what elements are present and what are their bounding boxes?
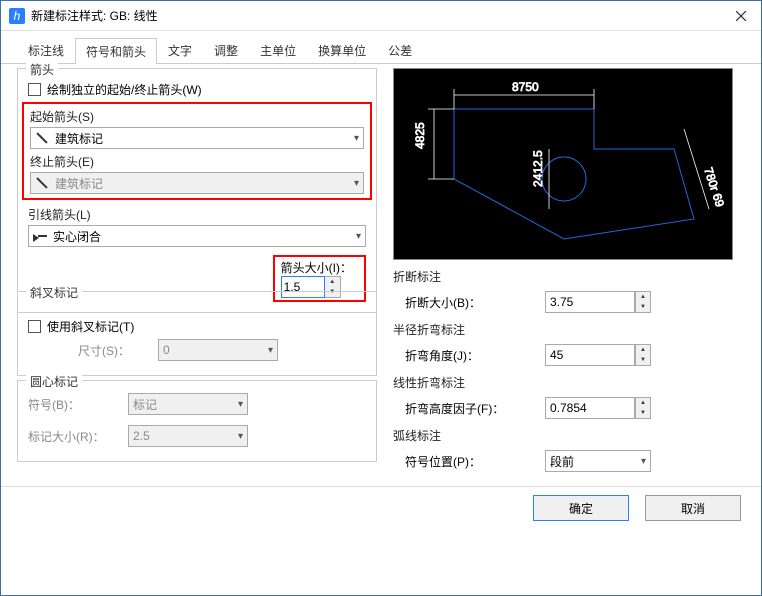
tab-text[interactable]: 文字 (157, 37, 203, 63)
ok-button[interactable]: 确定 (533, 495, 629, 521)
tick-icon (35, 178, 49, 188)
section-arc-dim: 弧线标注 (393, 427, 745, 444)
chevron-down-icon: ▾ (356, 231, 361, 242)
label-leader-arrow: 引线箭头(L) (28, 206, 366, 223)
chevron-down-icon: ▾ (354, 178, 359, 189)
label-break-size: 折断大小(B)： (405, 294, 545, 311)
footer: 确定 取消 (1, 486, 761, 529)
window-title: 新建标注样式: GB: 线性 (31, 7, 729, 24)
select-leader-arrow-value: 实心闭合 (53, 228, 101, 245)
solid-arrow-icon (33, 231, 47, 241)
label-slash-size: 尺寸(S)： (78, 342, 158, 359)
spinner-down[interactable]: ▼ (636, 302, 650, 312)
label-arc-symbol-pos: 符号位置(P)： (405, 453, 545, 470)
spinner-down[interactable]: ▼ (636, 355, 650, 365)
label-jog-angle: 折弯角度(J)： (405, 347, 545, 364)
spinner-up[interactable]: ▲ (325, 277, 340, 287)
chevron-down-icon: ▾ (354, 133, 359, 144)
chevron-down-icon: ▾ (268, 345, 273, 356)
select-arc-symbol-pos[interactable]: 段前 ▾ (545, 450, 651, 472)
input-jog-angle[interactable] (545, 344, 635, 366)
group-label-slash: 斜叉标记 (26, 284, 82, 301)
tab-dimlines[interactable]: 标注线 (17, 37, 75, 63)
chevron-down-icon: ▾ (641, 456, 646, 467)
select-end-arrow[interactable]: 建筑标记 ▾ (30, 172, 364, 194)
spinner-up[interactable]: ▲ (636, 292, 650, 302)
select-slash-size: 0 ▾ (158, 339, 278, 361)
group-slash-mark: 斜叉标记 使用斜叉标记(T) 尺寸(S)： 0 ▾ (17, 291, 377, 376)
cancel-button[interactable]: 取消 (645, 495, 741, 521)
close-icon (736, 11, 746, 21)
spinner-down[interactable]: ▼ (636, 408, 650, 418)
tab-strip: 标注线 符号和箭头 文字 调整 主单位 换算单位 公差 (1, 31, 761, 64)
label-jog-height: 折弯高度因子(F)： (405, 400, 545, 417)
dim-4825: 4825 (413, 122, 427, 149)
preview-canvas: 8750 4825 2412.5 780r 69 (393, 68, 733, 260)
label-arrow-size: 箭头大小(I)： (281, 259, 352, 276)
label-independent-arrows: 绘制独立的起始/终止箭头(W) (47, 81, 202, 98)
select-start-arrow-value: 建筑标记 (55, 130, 103, 147)
select-start-arrow[interactable]: 建筑标记 ▾ (30, 127, 364, 149)
spinner-up[interactable]: ▲ (636, 398, 650, 408)
select-end-arrow-value: 建筑标记 (55, 175, 103, 192)
app-icon: h (9, 8, 25, 24)
label-start-arrow: 起始箭头(S) (30, 108, 364, 125)
tab-adjust[interactable]: 调整 (203, 37, 249, 63)
section-linear-jog: 线性折弯标注 (393, 374, 745, 391)
select-slash-size-value: 0 (163, 343, 170, 357)
label-end-arrow: 终止箭头(E) (30, 153, 364, 170)
dim-2412: 2412.5 (531, 150, 545, 187)
label-circle-symbol: 符号(B)： (28, 396, 128, 413)
close-button[interactable] (729, 4, 753, 28)
select-circle-symbol[interactable]: 标记 ▾ (128, 393, 248, 415)
checkbox-use-slash[interactable] (28, 320, 41, 333)
select-circle-size-value: 2.5 (133, 429, 150, 443)
input-jog-height[interactable] (545, 397, 635, 419)
label-use-slash: 使用斜叉标记(T) (47, 318, 134, 335)
select-circle-symbol-value: 标记 (133, 396, 157, 413)
select-leader-arrow[interactable]: 实心闭合 ▾ (28, 225, 366, 247)
tick-icon (35, 133, 49, 143)
group-arrows: 箭头 绘制独立的起始/终止箭头(W) 起始箭头(S) 建筑标记 ▾ 终止箭头(E… (17, 68, 377, 313)
titlebar: h 新建标注样式: GB: 线性 (1, 1, 761, 31)
spinner-up[interactable]: ▲ (636, 345, 650, 355)
label-circle-size: 标记大小(R)： (28, 428, 128, 445)
tab-primary-units[interactable]: 主单位 (249, 37, 307, 63)
chevron-down-icon: ▾ (238, 399, 243, 410)
select-arc-symbol-pos-value: 段前 (550, 453, 574, 470)
group-label-circle: 圆心标记 (26, 373, 82, 390)
group-label-arrows: 箭头 (26, 61, 58, 78)
section-radius-jog: 半径折弯标注 (393, 321, 745, 338)
section-break-dim: 折断标注 (393, 268, 745, 285)
tab-symbols-arrows[interactable]: 符号和箭头 (75, 38, 157, 64)
input-break-size[interactable] (545, 291, 635, 313)
dim-8750: 8750 (512, 80, 539, 94)
dim-780: 780r 69 (701, 166, 727, 209)
select-circle-size[interactable]: 2.5 ▾ (128, 425, 248, 447)
tab-tolerance[interactable]: 公差 (377, 37, 423, 63)
highlight-start-end-arrows: 起始箭头(S) 建筑标记 ▾ 终止箭头(E) 建筑标记 ▾ (22, 102, 372, 200)
chevron-down-icon: ▾ (238, 431, 243, 442)
checkbox-independent-arrows[interactable] (28, 83, 41, 96)
tab-alt-units[interactable]: 换算单位 (307, 37, 377, 63)
group-center-mark: 圆心标记 符号(B)： 标记 ▾ 标记大小(R)： 2.5 ▾ (17, 380, 377, 462)
